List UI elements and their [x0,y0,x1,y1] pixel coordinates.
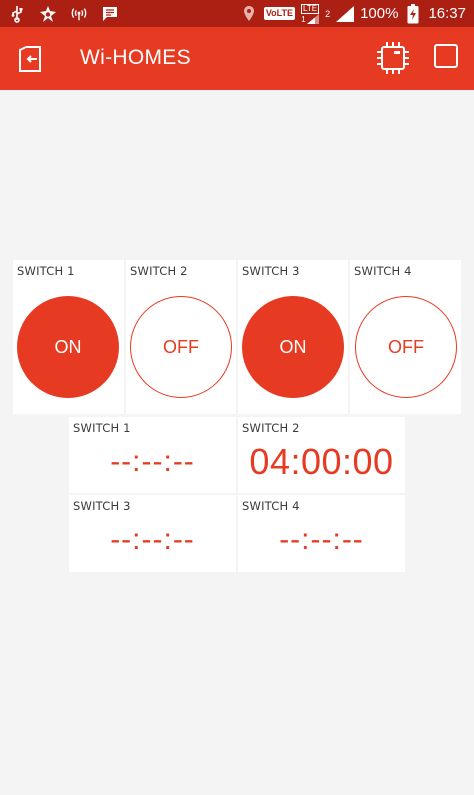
signal-sim1-icon [306,13,319,24]
switch-label: SWITCH 4 [354,264,412,278]
lte-label: LTE [300,3,320,14]
switch-2-toggle-button[interactable]: OFF [130,296,232,398]
antivirus-icon [39,5,57,23]
timer-value: --:--:-- [110,445,195,478]
hotspot-icon [70,5,88,23]
location-icon [240,5,258,23]
timer-card-2[interactable]: SWITCH 2 04:00:00 [238,417,405,493]
square-icon[interactable] [434,44,458,68]
status-bar: VoLTE LTE 1 2 100% 16:37 [0,0,474,27]
sim1-label: 1 [301,14,306,24]
volte-badge: VoLTE [263,7,295,20]
timer-label: SWITCH 4 [242,499,300,513]
switch-card-1: SWITCH 1 ON [13,260,124,414]
timer-value: --:--:-- [110,523,195,556]
timer-value: --:--:-- [279,523,364,556]
timer-value: 04:00:00 [249,441,394,482]
switch-label: SWITCH 3 [242,264,300,278]
timer-label: SWITCH 1 [73,421,131,435]
exit-door-icon[interactable] [16,43,48,75]
lte-indicator: LTE 1 [300,3,320,24]
message-icon [101,5,119,23]
timer-label: SWITCH 3 [73,499,131,513]
app-title: Wi-HOMES [80,46,191,69]
switch-label: SWITCH 1 [17,264,75,278]
usb-icon [8,5,26,23]
battery-charging-icon [404,3,422,23]
switch-4-toggle-button[interactable]: OFF [355,296,457,398]
app-bar: Wi-HOMES [0,27,474,90]
switch-card-3: SWITCH 3 ON [238,260,348,414]
chip-icon[interactable] [375,40,411,76]
switch-1-toggle-button[interactable]: ON [17,296,119,398]
switch-3-toggle-button[interactable]: ON [242,296,344,398]
timer-card-3[interactable]: SWITCH 3 --:--:-- [69,495,236,572]
timer-label: SWITCH 2 [242,421,300,435]
sim2-label: 2 [325,8,331,19]
switch-label: SWITCH 2 [130,264,188,278]
battery-percent: 100% [360,5,399,22]
switch-card-4: SWITCH 4 OFF [350,260,461,414]
timer-card-1[interactable]: SWITCH 1 --:--:-- [69,417,236,493]
timer-card-4[interactable]: SWITCH 4 --:--:-- [238,495,405,572]
clock: 16:37 [428,5,466,22]
signal-sim2-icon [336,5,355,23]
switch-card-2: SWITCH 2 OFF [126,260,236,414]
